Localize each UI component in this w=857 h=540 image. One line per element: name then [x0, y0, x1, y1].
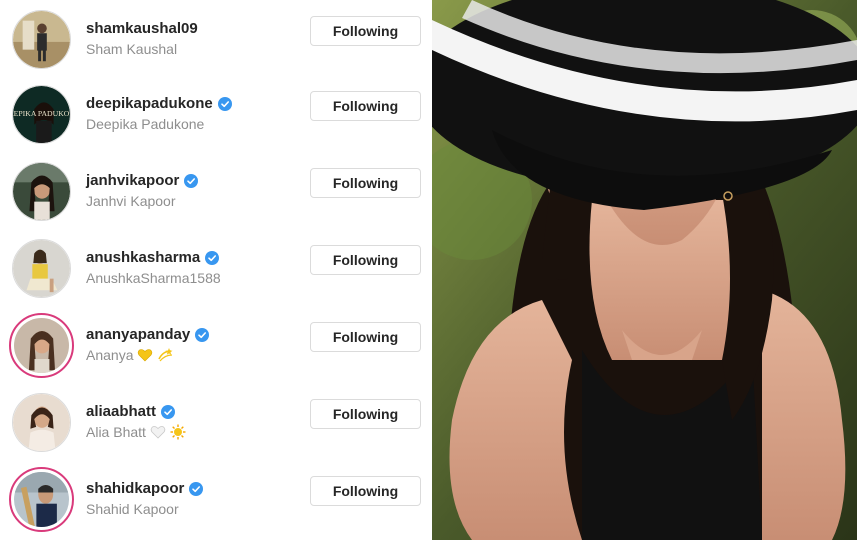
woman-in-striped-sun-hat-photo: [432, 0, 857, 540]
avatar[interactable]: [12, 162, 71, 221]
list-item[interactable]: shamkaushal09 Sham Kaushal Following: [0, 1, 430, 78]
full-name-text: Sham Kaushal: [86, 41, 178, 57]
username-text: shamkaushal09: [86, 20, 198, 37]
photo-illustration: [432, 0, 857, 540]
dizzy-emoji-icon: [158, 348, 173, 362]
verified-badge-icon: [184, 173, 199, 188]
avatar-image-anushkasharma: [13, 240, 70, 297]
following-button[interactable]: Following: [310, 322, 421, 352]
list-item[interactable]: aliaabhatt Alia Bhatt Following: [0, 384, 430, 461]
list-item[interactable]: DEEPIKA PADUKONE deepikapadukone Deepika…: [0, 76, 430, 153]
username[interactable]: anushkasharma: [86, 249, 220, 266]
avatar[interactable]: [12, 10, 71, 69]
avatar-image-shahidkapoor: [14, 472, 69, 528]
following-button[interactable]: Following: [310, 476, 421, 506]
username[interactable]: ananyapanday: [86, 326, 210, 343]
list-item[interactable]: ananyapanday Ananya Following: [0, 307, 430, 384]
avatar[interactable]: [12, 393, 71, 452]
avatar[interactable]: [12, 239, 71, 298]
full-name-text: Ananya: [86, 347, 134, 363]
full-name-text: Deepika Padukone: [86, 116, 205, 132]
full-name: Janhvi Kapoor: [86, 193, 176, 209]
full-name: Sham Kaushal: [86, 41, 177, 57]
following-button[interactable]: Following: [310, 91, 421, 121]
following-button[interactable]: Following: [310, 168, 421, 198]
full-name: Shahid Kapoor: [86, 501, 179, 517]
avatar-image-deepikapadukone: DEEPIKA PADUKONE: [13, 86, 70, 143]
white-heart-emoji-icon: [150, 426, 166, 439]
avatar[interactable]: DEEPIKA PADUKONE: [12, 85, 71, 144]
username[interactable]: shahidkapoor: [86, 480, 204, 497]
username-text: shahidkapoor: [86, 480, 185, 497]
full-name-text: AnushkaSharma1588: [86, 270, 221, 286]
verified-badge-icon: [189, 481, 204, 496]
verified-badge-icon: [217, 96, 232, 111]
following-list: shamkaushal09 Sham Kaushal Following DEE…: [0, 0, 430, 540]
full-name: Deepika Padukone: [86, 116, 204, 132]
verified-badge-icon: [195, 327, 210, 342]
username-text: anushkasharma: [86, 249, 201, 266]
verified-badge-icon: [161, 404, 176, 419]
sun-emoji-icon: [170, 424, 186, 440]
full-name: Ananya: [86, 347, 173, 363]
list-item[interactable]: shahidkapoor Shahid Kapoor Following: [0, 461, 430, 538]
verified-badge-icon: [205, 250, 220, 265]
following-button[interactable]: Following: [310, 16, 421, 46]
username[interactable]: aliaabhatt: [86, 403, 176, 420]
username-text: aliaabhatt: [86, 403, 157, 420]
username-text: ananyapanday: [86, 326, 191, 343]
avatar-with-story-ring[interactable]: [9, 313, 74, 378]
following-button[interactable]: Following: [310, 245, 421, 275]
following-button[interactable]: Following: [310, 399, 421, 429]
username-text: janhvikapoor: [86, 172, 180, 189]
username[interactable]: shamkaushal09: [86, 20, 198, 37]
avatar-image-ananyapanday: [14, 318, 69, 373]
full-name-text: Alia Bhatt: [86, 424, 146, 440]
list-item[interactable]: janhvikapoor Janhvi Kapoor Following: [0, 153, 430, 230]
username[interactable]: janhvikapoor: [86, 172, 199, 189]
yellow-heart-emoji-icon: [138, 349, 153, 362]
avatar-text: DEEPIKA PADUKONE: [13, 109, 70, 118]
avatar-with-story-ring[interactable]: [9, 467, 74, 532]
full-name-text: Janhvi Kapoor: [86, 193, 176, 209]
list-item[interactable]: anushkasharma AnushkaSharma1588 Followin…: [0, 230, 430, 307]
avatar-image-aliaabhatt: [13, 394, 70, 451]
avatar-image-shamkaushal09: [13, 11, 70, 68]
username[interactable]: deepikapadukone: [86, 95, 232, 112]
full-name-text: Shahid Kapoor: [86, 501, 179, 517]
username-text: deepikapadukone: [86, 95, 213, 112]
avatar-image-janhvikapoor: [13, 163, 70, 220]
full-name: AnushkaSharma1588: [86, 270, 221, 286]
full-name: Alia Bhatt: [86, 424, 186, 440]
